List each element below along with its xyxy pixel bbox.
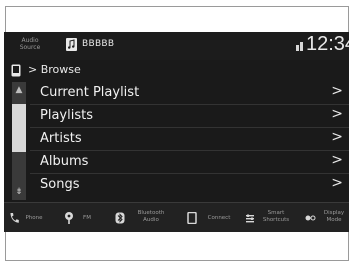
display-mode-label: Display Mode xyxy=(323,210,345,223)
fm-button[interactable]: FM xyxy=(60,203,108,232)
chevron-right-icon: > xyxy=(331,83,343,99)
music-device-icon xyxy=(66,38,77,51)
phone-button-label: Phone xyxy=(25,215,43,221)
browse-list: ▲ ⇟ Current Playlist > Playlists > Artis… xyxy=(4,82,349,200)
list-item-artists[interactable]: Artists > xyxy=(30,128,349,151)
list-item-label: Current Playlist xyxy=(40,85,140,100)
list-item-label: Artists xyxy=(40,131,82,146)
connect-button[interactable]: Connect xyxy=(184,203,240,232)
device-icon xyxy=(187,212,197,224)
chevron-right-icon: > xyxy=(331,175,343,191)
phone-button[interactable]: Phone xyxy=(6,203,56,232)
display-mode-icon xyxy=(305,215,316,221)
breadcrumb-browse[interactable]: > Browse xyxy=(28,63,81,76)
scroll-up-icon[interactable]: ▲ xyxy=(12,82,26,98)
bottom-shortcut-bar: Phone FM Bluetooth Audio Connect Smart S… xyxy=(4,202,349,232)
audio-screen: Audio Source BBBBB 12:34 > Browse ▲ ⇟ Cu… xyxy=(4,32,349,232)
chevron-right-icon: > xyxy=(331,152,343,168)
audio-source-button[interactable]: Audio Source xyxy=(12,37,48,51)
bluetooth-icon xyxy=(115,212,125,224)
phone-handset-icon xyxy=(10,213,19,223)
chevron-right-icon: > xyxy=(331,106,343,122)
list-item-label: Playlists xyxy=(40,108,93,123)
phone-device-icon xyxy=(11,64,21,77)
chevron-right-icon: > xyxy=(331,129,343,145)
shortcuts-icon xyxy=(246,214,254,223)
connect-button-label: Connect xyxy=(207,215,231,221)
smart-shortcuts-button[interactable]: Smart Shortcuts xyxy=(244,203,300,232)
list-item-playlists[interactable]: Playlists > xyxy=(30,105,349,128)
list-item-label: Songs xyxy=(40,177,80,192)
antenna-icon xyxy=(65,212,73,224)
fm-button-label: FM xyxy=(83,215,91,221)
scrollbar-thumb[interactable] xyxy=(12,104,26,152)
list-item-current-playlist[interactable]: Current Playlist > xyxy=(30,82,349,105)
signal-status-icon xyxy=(296,42,303,51)
smart-shortcuts-label: Smart Shortcuts xyxy=(262,210,290,223)
device-name: BBBBB xyxy=(82,39,115,49)
list-item-label: Albums xyxy=(40,154,89,169)
bluetooth-audio-button[interactable]: Bluetooth Audio xyxy=(112,203,180,232)
status-header: Audio Source BBBBB 12:34 xyxy=(4,32,349,60)
bluetooth-audio-label: Bluetooth Audio xyxy=(137,210,165,223)
scroll-down-icon[interactable]: ⇟ xyxy=(12,184,26,200)
display-mode-button[interactable]: Display Mode xyxy=(302,203,348,232)
clock: 12:34 xyxy=(306,33,349,55)
list-item-songs[interactable]: Songs > xyxy=(30,174,349,197)
breadcrumb: > Browse xyxy=(4,60,349,82)
list-item-albums[interactable]: Albums > xyxy=(30,151,349,174)
